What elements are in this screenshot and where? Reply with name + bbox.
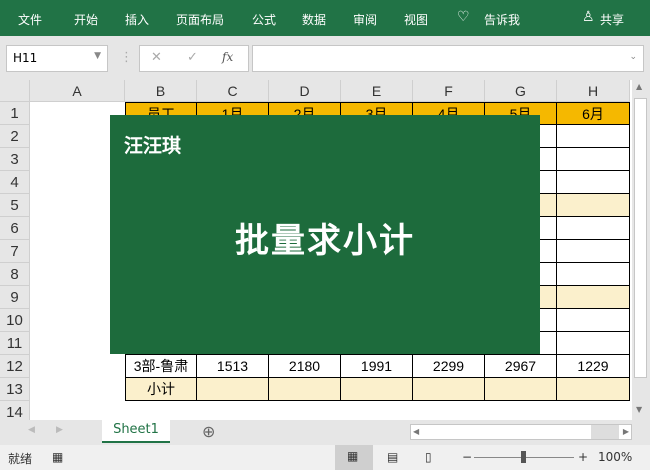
lightbulb-icon: ♡ bbox=[457, 9, 470, 25]
column-header-C[interactable]: C bbox=[197, 80, 269, 102]
table-cell[interactable]: 1991 bbox=[341, 355, 413, 378]
table-cell[interactable] bbox=[557, 194, 630, 217]
prev-sheet-icon[interactable]: ◀ bbox=[28, 425, 35, 435]
page-break-view-icon[interactable]: ▯ bbox=[425, 450, 432, 464]
fx-icon[interactable]: fx bbox=[222, 50, 233, 64]
table-cell[interactable]: 小计 bbox=[125, 378, 197, 401]
column-header-B[interactable]: B bbox=[125, 80, 197, 102]
name-box-value: H11 bbox=[13, 51, 38, 65]
table-cell[interactable]: 1229 bbox=[557, 355, 630, 378]
sheet-tab-bar: ◀ ▶ Sheet1 ⊕ ◀ ▶ bbox=[0, 418, 650, 445]
scroll-thumb[interactable] bbox=[634, 98, 647, 378]
row-header-3[interactable]: 3 bbox=[0, 148, 30, 171]
chevron-down-icon[interactable]: ▼ bbox=[94, 51, 101, 61]
formula-buttons: ✕ ✓ fx bbox=[139, 45, 249, 72]
expand-icon[interactable]: ⌄ bbox=[629, 52, 637, 62]
table-cell[interactable] bbox=[557, 217, 630, 240]
table-cell[interactable] bbox=[557, 171, 630, 194]
ribbon: 文件 开始 插入 页面布局 公式 数据 审阅 视图 ♡ 告诉我 ♙ 共享 bbox=[0, 0, 650, 36]
table-cell[interactable] bbox=[557, 240, 630, 263]
status-bar: 就绪 ▦ ▦ ▤ ▯ − + 100% bbox=[0, 445, 650, 470]
header-cell[interactable]: 6月 bbox=[557, 102, 630, 125]
drag-handle-icon[interactable]: ⋮ bbox=[120, 50, 133, 65]
column-header-D[interactable]: D bbox=[269, 80, 341, 102]
macro-record-icon[interactable]: ▦ bbox=[52, 450, 63, 464]
column-header-H[interactable]: H bbox=[557, 80, 630, 102]
enter-icon[interactable]: ✓ bbox=[187, 50, 198, 65]
tab-home[interactable]: 开始 bbox=[74, 11, 98, 28]
zoom-level[interactable]: 100% bbox=[598, 450, 632, 464]
table-cell[interactable]: 2967 bbox=[485, 355, 557, 378]
scroll-right-icon[interactable]: ▶ bbox=[623, 427, 629, 436]
scroll-down-icon[interactable]: ▼ bbox=[636, 405, 642, 414]
tell-me[interactable]: 告诉我 bbox=[484, 11, 520, 28]
add-sheet-icon[interactable]: ⊕ bbox=[202, 422, 215, 441]
horizontal-scrollbar[interactable]: ◀ ▶ bbox=[410, 424, 632, 440]
column-header-G[interactable]: G bbox=[485, 80, 557, 102]
row-header-7[interactable]: 7 bbox=[0, 240, 30, 263]
table-cell[interactable] bbox=[557, 309, 630, 332]
title-overlay: 汪汪琪 批量求小计 bbox=[110, 115, 540, 354]
row-header-12[interactable]: 12 bbox=[0, 355, 30, 378]
vertical-scrollbar[interactable]: ▲ ▼ bbox=[632, 80, 650, 420]
formula-bar: H11 ▼ ⋮ ✕ ✓ fx ⌄ bbox=[0, 36, 650, 80]
scroll-up-icon[interactable]: ▲ bbox=[636, 82, 642, 91]
row-header-8[interactable]: 8 bbox=[0, 263, 30, 286]
tab-data[interactable]: 数据 bbox=[302, 11, 326, 28]
tab-file[interactable]: 文件 bbox=[18, 11, 42, 28]
select-all[interactable] bbox=[0, 80, 30, 102]
zoom-in-icon[interactable]: + bbox=[578, 450, 588, 464]
row-header-2[interactable]: 2 bbox=[0, 125, 30, 148]
tab-page-layout[interactable]: 页面布局 bbox=[176, 11, 224, 28]
page-layout-view-icon[interactable]: ▤ bbox=[387, 450, 398, 464]
table-cell[interactable] bbox=[557, 332, 630, 355]
column-header-E[interactable]: E bbox=[341, 80, 413, 102]
brand-logo: 汪汪琪 bbox=[124, 135, 182, 157]
scroll-left-icon[interactable]: ◀ bbox=[413, 427, 419, 436]
row-header-10[interactable]: 10 bbox=[0, 309, 30, 332]
status-ready: 就绪 bbox=[8, 452, 33, 466]
cancel-icon[interactable]: ✕ bbox=[151, 50, 162, 65]
zoom-slider-thumb[interactable] bbox=[521, 451, 526, 463]
table-cell[interactable] bbox=[413, 378, 485, 401]
column-header-A[interactable]: A bbox=[30, 80, 125, 102]
formula-input[interactable]: ⌄ bbox=[252, 45, 644, 72]
table-cell[interactable] bbox=[557, 378, 630, 401]
tab-view[interactable]: 视图 bbox=[404, 11, 428, 28]
person-add-icon: ♙ bbox=[582, 9, 595, 25]
table-cell[interactable] bbox=[557, 286, 630, 309]
table-cell[interactable] bbox=[485, 378, 557, 401]
row-header-6[interactable]: 6 bbox=[0, 217, 30, 240]
table-cell[interactable]: 2299 bbox=[413, 355, 485, 378]
grid-icon: ▦ bbox=[347, 449, 359, 463]
table-cell[interactable]: 3部-鲁肃 bbox=[125, 355, 197, 378]
tab-formulas[interactable]: 公式 bbox=[252, 11, 276, 28]
row-header-13[interactable]: 13 bbox=[0, 378, 30, 401]
row-header-11[interactable]: 11 bbox=[0, 332, 30, 355]
column-header-F[interactable]: F bbox=[413, 80, 485, 102]
zoom-out-icon[interactable]: − bbox=[462, 450, 472, 464]
table-cell[interactable]: 1513 bbox=[197, 355, 269, 378]
next-sheet-icon[interactable]: ▶ bbox=[56, 425, 63, 435]
table-cell[interactable] bbox=[557, 125, 630, 148]
row-header-5[interactable]: 5 bbox=[0, 194, 30, 217]
name-box[interactable]: H11 ▼ bbox=[6, 45, 108, 72]
row-header-1[interactable]: 1 bbox=[0, 102, 30, 125]
table-cell[interactable] bbox=[557, 148, 630, 171]
table-cell[interactable] bbox=[197, 378, 269, 401]
table-cell[interactable] bbox=[341, 378, 413, 401]
sheet-tab-sheet1[interactable]: Sheet1 bbox=[102, 418, 170, 443]
h-scroll-track[interactable] bbox=[591, 425, 619, 439]
tab-review[interactable]: 审阅 bbox=[353, 11, 377, 28]
table-cell[interactable]: 2180 bbox=[269, 355, 341, 378]
table-cell[interactable] bbox=[269, 378, 341, 401]
overlay-title: 批量求小计 bbox=[235, 221, 415, 261]
table-cell[interactable] bbox=[557, 263, 630, 286]
row-header-9[interactable]: 9 bbox=[0, 286, 30, 309]
row-header-4[interactable]: 4 bbox=[0, 171, 30, 194]
row-header-14[interactable]: 14 bbox=[0, 401, 30, 420]
normal-view-button[interactable]: ▦ bbox=[335, 445, 373, 470]
share-button[interactable]: 共享 bbox=[600, 11, 624, 28]
tab-insert[interactable]: 插入 bbox=[125, 11, 149, 28]
